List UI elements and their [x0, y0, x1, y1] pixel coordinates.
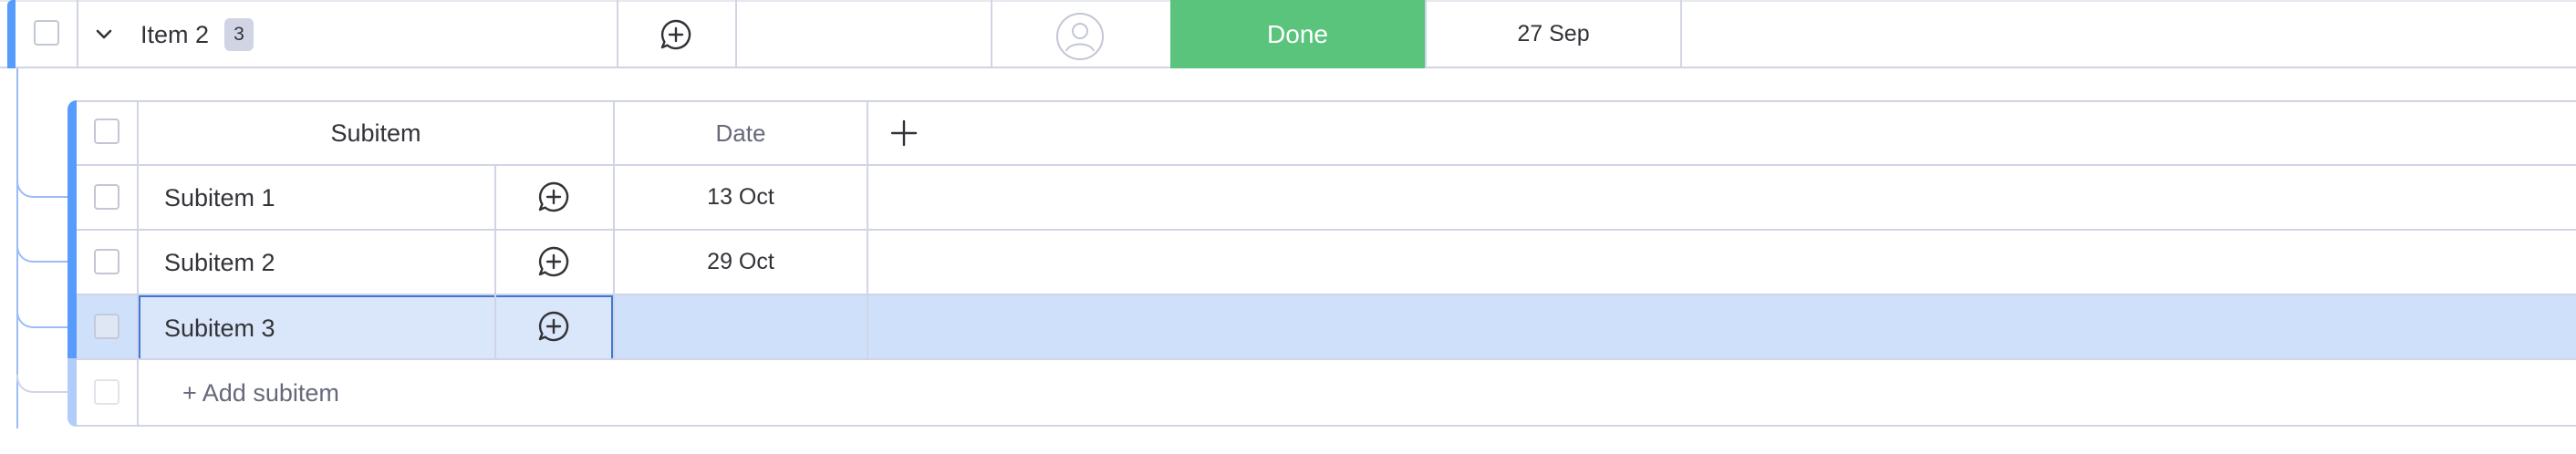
subitem-date: 29 Oct [707, 249, 774, 274]
select-all-checkbox[interactable] [94, 119, 119, 144]
subitem-date: 13 Oct [707, 184, 774, 210]
add-subitem-input[interactable]: + Add subitem [182, 375, 339, 411]
add-update-button[interactable] [524, 242, 584, 282]
row-divider [77, 425, 2576, 427]
subitem-name[interactable]: Subitem 2 [164, 244, 275, 281]
add-update-icon [535, 308, 572, 345]
subitem-checkbox[interactable] [94, 184, 119, 210]
tree-connector [16, 310, 69, 328]
column-divider [867, 100, 868, 360]
row-divider [77, 229, 2576, 231]
subitem-checkbox[interactable] [94, 314, 119, 339]
row-divider [77, 358, 2576, 360]
subitem-header-label: Subitem [330, 119, 421, 147]
tree-connector [16, 180, 69, 198]
row-divider [77, 164, 2576, 166]
subitem-date-cell[interactable]: 29 Oct [615, 231, 867, 294]
subitem-date-cell[interactable] [615, 295, 867, 358]
tree-connector [16, 244, 69, 263]
date-header-label: Date [715, 119, 766, 147]
plus-icon [889, 119, 919, 148]
add-subitem-checkbox [94, 379, 119, 405]
person-cell[interactable] [1054, 11, 1106, 62]
column-divider [77, 0, 78, 68]
add-update-button[interactable] [524, 177, 584, 217]
add-update-icon [535, 243, 572, 280]
subitem-checkbox[interactable] [94, 249, 119, 274]
item-color-accent [7, 0, 16, 68]
subitem-name[interactable]: Subitem 1 [164, 180, 275, 216]
chevron-down-icon[interactable] [91, 22, 117, 47]
add-row-accent [68, 358, 77, 427]
item-name[interactable]: Item 2 [140, 16, 209, 53]
subitem-column-header[interactable]: Subitem [139, 102, 613, 164]
add-update-button[interactable] [524, 306, 584, 346]
tree-connector [16, 375, 69, 393]
column-divider [991, 0, 992, 68]
date-column-header[interactable]: Date [615, 102, 867, 164]
date-cell[interactable]: 27 Sep [1427, 0, 1680, 68]
subitem-count-badge: 3 [224, 18, 254, 51]
row-divider [77, 294, 2576, 295]
item-checkbox[interactable] [34, 20, 59, 46]
person-icon [1055, 12, 1105, 61]
add-column-button[interactable] [881, 115, 927, 151]
column-divider [1680, 0, 1682, 68]
add-update-button[interactable] [644, 15, 708, 55]
add-update-icon [535, 179, 572, 215]
column-divider [494, 164, 496, 360]
column-divider [617, 0, 618, 68]
status-label[interactable]: Done [1170, 0, 1425, 68]
add-update-icon [658, 16, 694, 53]
column-divider [735, 0, 737, 68]
subitem-date-cell[interactable]: 13 Oct [615, 166, 867, 229]
date-value: 27 Sep [1517, 21, 1590, 46]
subitem-name[interactable]: Subitem 3 [164, 310, 275, 346]
